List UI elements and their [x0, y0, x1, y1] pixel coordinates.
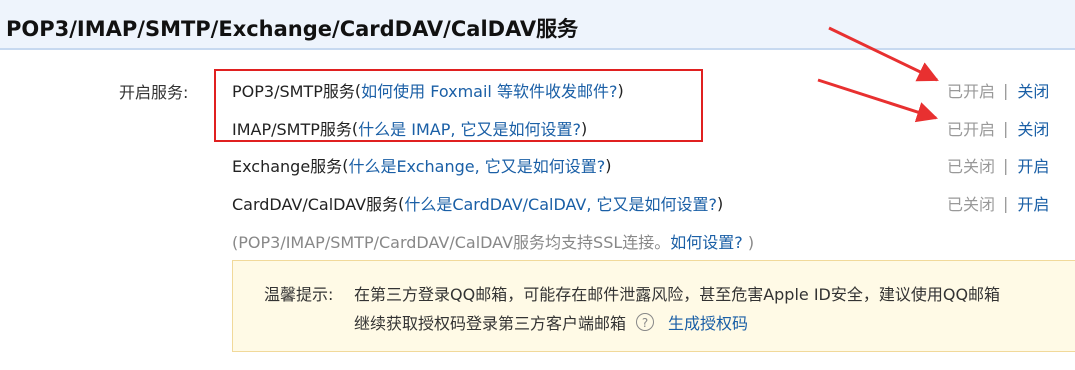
annotation-arrows — [817, 26, 939, 123]
arrow-to-imap-status — [817, 78, 938, 123]
arrow-to-pop3-status — [828, 26, 939, 82]
